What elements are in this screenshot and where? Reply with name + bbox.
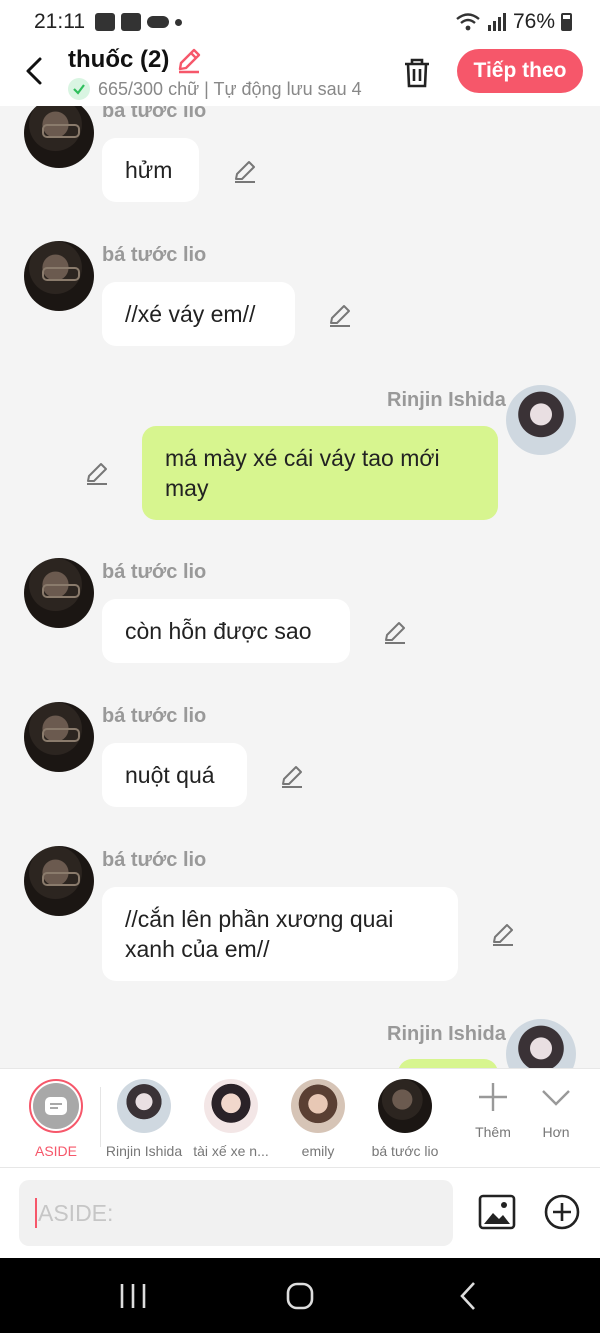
system-back-icon[interactable]: [448, 1280, 488, 1312]
avatar[interactable]: [506, 385, 576, 455]
character-lio[interactable]: bá tước lio: [360, 1079, 450, 1159]
character-name: ASIDE: [34, 1143, 77, 1159]
avatar: [117, 1079, 171, 1133]
sender-name: bá tước lio: [102, 244, 207, 266]
composer: [0, 1168, 600, 1258]
text-cursor: [35, 1198, 37, 1228]
message-bubble[interactable]: //xé váy em//: [102, 282, 295, 346]
add-character-button[interactable]: Thêm: [463, 1081, 523, 1140]
image-icon[interactable]: [478, 1193, 516, 1231]
character-name: tài xế xe n...: [193, 1143, 269, 1159]
avatar[interactable]: [506, 1019, 576, 1068]
message-input[interactable]: [38, 1199, 418, 1227]
character-name: bá tước lio: [371, 1143, 439, 1159]
sender-name: Rinjin Ishida: [387, 1023, 506, 1045]
trash-icon[interactable]: [400, 56, 434, 90]
message-bubble[interactable]: //cắn lên phần xương quai xanh của em//: [102, 887, 458, 981]
avatar[interactable]: [24, 702, 94, 772]
more-characters-button[interactable]: Hơn: [526, 1081, 586, 1140]
title-area: thuốc (2): [68, 46, 203, 74]
avatar[interactable]: [24, 558, 94, 628]
more-label: Hơn: [542, 1124, 570, 1140]
chevron-down-icon: [542, 1090, 570, 1106]
message-input-box[interactable]: [19, 1180, 453, 1246]
character-taixe[interactable]: tài xế xe n...: [186, 1079, 276, 1159]
save-status: 665/300 chữ | Tự động lưu sau 4: [68, 78, 378, 100]
sender-name: bá tước lio: [102, 849, 207, 871]
signal-icon: [487, 13, 506, 31]
character-aside[interactable]: ASIDE: [11, 1079, 101, 1159]
top-app-bar: thuốc (2) 665/300 chữ | Tự động lưu sau …: [0, 44, 600, 106]
home-icon[interactable]: [280, 1280, 320, 1312]
avatar[interactable]: [24, 106, 94, 168]
edit-message-pencil-icon[interactable]: [490, 921, 516, 947]
message-bubble[interactable]: [398, 1059, 498, 1068]
wifi-icon: [456, 13, 480, 31]
add-circle-icon[interactable]: [543, 1193, 581, 1231]
edit-message-pencil-icon[interactable]: [327, 302, 353, 328]
video-notification-icon: [121, 13, 141, 31]
battery-percent: 76%: [512, 10, 555, 33]
word-count-autosave-text: 665/300 chữ | Tự động lưu sau 4: [98, 78, 362, 99]
sender-name: bá tước lio: [102, 705, 207, 727]
character-emily[interactable]: emily: [273, 1079, 363, 1159]
next-button[interactable]: Tiếp theo: [457, 49, 583, 93]
cloud-icon: [147, 16, 169, 28]
avatar[interactable]: [24, 846, 94, 916]
avatar: [291, 1079, 345, 1133]
message-bubble[interactable]: má mày xé cái váy tao mới may: [142, 426, 498, 520]
edit-message-pencil-icon[interactable]: [84, 460, 110, 486]
plus-icon: [479, 1083, 507, 1111]
character-name: Rinjin Ishida: [105, 1143, 183, 1159]
avatar[interactable]: [24, 241, 94, 311]
edit-title-pencil-icon[interactable]: [175, 46, 203, 74]
character-rinjin[interactable]: Rinjin Ishida: [99, 1079, 189, 1159]
avatar: [378, 1079, 432, 1133]
recent-apps-icon[interactable]: [113, 1280, 153, 1312]
message-bubble[interactable]: còn hỗn được sao: [102, 599, 350, 663]
message-bubble[interactable]: hửm: [102, 138, 199, 202]
sender-name: bá tước lio: [102, 106, 207, 122]
edit-message-pencil-icon[interactable]: [232, 158, 258, 184]
sender-name: bá tước lio: [102, 561, 207, 583]
status-bar: 21:11 76%: [0, 0, 600, 44]
chat-area[interactable]: bá tước lio hửm bá tước lio //xé váy em/…: [0, 106, 600, 1068]
gallery-notification-icon: [95, 13, 115, 31]
saved-check-icon: [68, 78, 90, 100]
story-title: thuốc (2): [68, 46, 170, 73]
aside-chat-icon: [45, 1097, 67, 1115]
aside-avatar: [29, 1079, 83, 1133]
add-label: Thêm: [475, 1124, 511, 1140]
system-navigation-bar: [0, 1258, 600, 1333]
status-time: 21:11: [34, 10, 85, 33]
character-selector: ASIDE Rinjin Ishida tài xế xe n... emily…: [0, 1068, 600, 1168]
sender-name: Rinjin Ishida: [387, 389, 506, 411]
more-notifications-dot-icon: [175, 18, 182, 26]
battery-icon: [561, 13, 572, 31]
back-arrow-icon[interactable]: [20, 56, 50, 86]
message-bubble[interactable]: nuột quá: [102, 743, 247, 807]
edit-message-pencil-icon[interactable]: [279, 763, 305, 789]
notification-icons: [95, 13, 182, 31]
avatar: [204, 1079, 258, 1133]
character-name: emily: [301, 1143, 335, 1159]
edit-message-pencil-icon[interactable]: [382, 619, 408, 645]
